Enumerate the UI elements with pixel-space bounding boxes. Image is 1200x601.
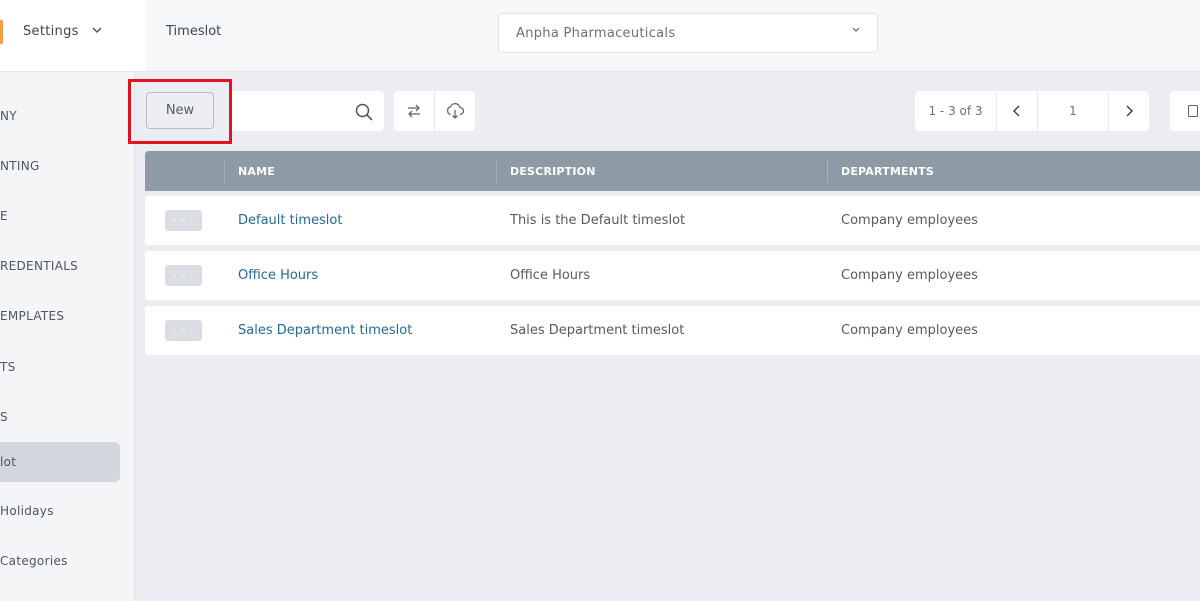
sidebar-scrollbar[interactable] [134, 88, 135, 300]
refresh-icon[interactable] [394, 91, 434, 131]
view-icon [1188, 105, 1198, 117]
sidebar-item-ts[interactable]: TS [0, 347, 120, 387]
sidebar-item-s[interactable]: S [0, 397, 120, 437]
pagination: 1 - 3 of 3 1 [915, 91, 1149, 131]
sidebar-item-accounting[interactable]: NTING [0, 146, 120, 186]
column-header-description[interactable]: DESCRIPTION [510, 151, 596, 191]
sidebar: NY NTING E REDENTIALS EMPLATES TS S lot … [0, 0, 135, 601]
row-departments: Company employees [841, 268, 978, 283]
action-icon-group [394, 91, 475, 131]
search-input[interactable] [240, 99, 350, 123]
row-description: Sales Department timeslot [510, 323, 685, 338]
row-name-link[interactable]: Sales Department timeslot [238, 323, 412, 338]
sidebar-item-holidays[interactable]: Holidays [0, 491, 120, 531]
column-header-name[interactable]: NAME [238, 151, 275, 191]
row-name-link[interactable]: Default timeslot [238, 213, 342, 228]
search-box[interactable] [232, 91, 384, 131]
row-departments: Company employees [841, 323, 978, 338]
row-departments: Company employees [841, 213, 978, 228]
page-title: Timeslot [166, 24, 222, 39]
settings-menu[interactable]: Settings [0, 0, 145, 72]
column-separator[interactable] [496, 159, 497, 183]
table-row[interactable]: - - - Sales Department timeslot Sales De… [145, 306, 1200, 355]
sidebar-item-company[interactable]: NY [0, 96, 120, 136]
settings-label: Settings [23, 24, 79, 39]
row-description: Office Hours [510, 268, 591, 283]
table-row[interactable]: - - - Default timeslot This is the Defau… [145, 196, 1200, 245]
chevron-down-icon [91, 24, 103, 39]
row-description: This is the Default timeslot [510, 213, 686, 228]
chevron-right-icon[interactable] [1109, 91, 1149, 131]
sidebar-item-e[interactable]: E [0, 196, 120, 236]
row-menu-button[interactable]: - - - [165, 210, 202, 231]
company-select[interactable]: Anpha Pharmaceuticals [498, 13, 878, 53]
chevron-down-icon [851, 25, 861, 38]
page-number[interactable]: 1 [1037, 91, 1109, 131]
header: Timeslot Anpha Pharmaceuticals [145, 0, 1200, 72]
table-row[interactable]: - - - Office Hours Office Hours Company … [145, 251, 1200, 300]
row-name-link[interactable]: Office Hours [238, 268, 318, 283]
column-separator[interactable] [224, 159, 225, 183]
sidebar-item-templates[interactable]: EMPLATES [0, 296, 120, 336]
row-menu-button[interactable]: - - - [165, 320, 202, 341]
new-button[interactable]: New [146, 92, 214, 129]
company-select-value: Anpha Pharmaceuticals [516, 26, 676, 41]
row-menu-button[interactable]: - - - [165, 265, 202, 286]
sidebar-item-categories[interactable]: Categories [0, 541, 120, 581]
search-icon[interactable] [354, 102, 374, 122]
sidebar-item-credentials[interactable]: REDENTIALS [0, 246, 120, 286]
cloud-download-icon[interactable] [434, 91, 474, 131]
view-toggle-button[interactable] [1170, 91, 1200, 131]
chevron-left-icon[interactable] [997, 91, 1037, 131]
column-separator[interactable] [827, 159, 828, 183]
logo [0, 20, 3, 44]
table-header: NAME DESCRIPTION DEPARTMENTS [145, 151, 1200, 191]
column-header-departments[interactable]: DEPARTMENTS [841, 151, 934, 191]
sidebar-item-timeslot[interactable]: lot [0, 442, 120, 482]
record-count: 1 - 3 of 3 [915, 91, 997, 131]
